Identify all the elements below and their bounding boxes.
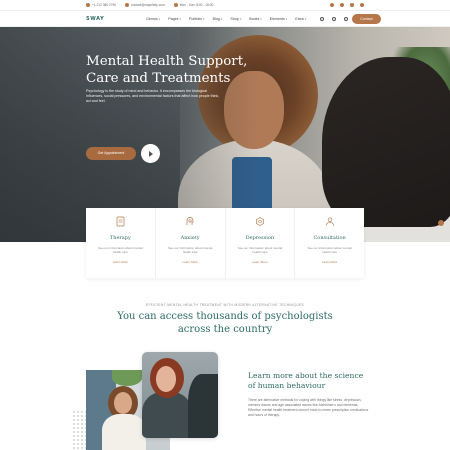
nav-item-pages[interactable]: Pages ▾	[168, 17, 181, 21]
service-card-depression[interactable]: Depression See our information about men…	[226, 208, 296, 278]
site-logo[interactable]: SWAY	[86, 16, 104, 22]
nav-label: Demos	[146, 16, 158, 21]
section-title: You can access thousands of psychologist…	[0, 310, 450, 336]
service-title: Depression	[245, 235, 275, 241]
social-links	[324, 3, 364, 7]
nav-item-blog[interactable]: Blog ▾	[213, 17, 223, 21]
email-text: contact@wayshelp.com	[131, 3, 165, 7]
services-row: Therapy See our information about mental…	[86, 208, 364, 278]
chevron-down-icon: ▾	[285, 16, 288, 21]
nav-label: Extra	[295, 16, 304, 21]
chevron-down-icon: ▾	[220, 16, 223, 21]
nav-item-shop[interactable]: Shop ▾	[230, 17, 241, 21]
chevron-down-icon: ▾	[260, 16, 262, 21]
hero-photo-client-hair	[322, 57, 450, 227]
chevron-down-icon: ▾	[158, 16, 161, 21]
hours-text: Mon - Sun: 8:00 - 18:00	[179, 3, 214, 7]
about-text: There are alternative methods for coping…	[248, 398, 369, 417]
service-title: Consultation	[313, 235, 346, 241]
nav-label: Portfolio	[188, 16, 203, 21]
photo-therapy-session	[142, 352, 218, 438]
photo-therapist-body	[188, 374, 218, 438]
service-title: Therapy	[109, 235, 131, 241]
main-navbar: SWAY Demos ▾ Pages ▾ Portfolio ▾ Blog ▾ Shop…	[0, 10, 450, 31]
email-info[interactable]: contact@wayshelp.com	[125, 3, 165, 7]
get-appointment-button[interactable]: Get Appointment	[86, 147, 136, 160]
photo-woman-body	[102, 414, 146, 450]
nav-icons	[316, 16, 352, 21]
clock-icon	[173, 3, 178, 7]
chevron-down-icon: ▾	[239, 16, 242, 21]
hours-info: Mon - Sun: 8:00 - 18:00	[173, 3, 214, 7]
nav-item-demos[interactable]: Demos ▾	[146, 17, 160, 21]
phone-icon	[86, 3, 90, 7]
section-title-line: You can access thousands of psychologist…	[117, 311, 333, 322]
depression-icon	[255, 215, 265, 227]
instagram-icon[interactable]	[350, 3, 354, 7]
contact-us-button[interactable]: Contact Us	[352, 13, 381, 31]
therapy-icon	[115, 215, 125, 227]
decorative-dot-pattern	[72, 410, 86, 450]
service-description: See our information about mental health …	[307, 246, 352, 254]
photo-woman-face	[114, 392, 132, 414]
scroll-to-top-button[interactable]	[438, 220, 444, 226]
nav-label: Elements	[269, 16, 285, 21]
service-card-anxiety[interactable]: Anxiety See our information about mental…	[156, 208, 226, 278]
about-title-line: Learn more about the science	[248, 371, 364, 380]
nav-label: Shop	[230, 16, 239, 21]
nav-item-portfolio[interactable]: Portfolio ▾	[189, 17, 205, 21]
hero-title-line: Care and Treatments	[86, 71, 231, 86]
chevron-down-icon: ▾	[179, 16, 181, 21]
photo-plant	[112, 370, 142, 386]
twitter-icon[interactable]	[340, 3, 344, 7]
nav-item-extra[interactable]: Extra ▾	[295, 17, 306, 21]
phone-text: +1 212 386 2796	[92, 3, 117, 7]
facebook-icon[interactable]	[330, 3, 334, 7]
service-card-consultation[interactable]: Consultation See our information about m…	[295, 208, 364, 278]
learn-more-link[interactable]: Learn More	[322, 260, 337, 264]
top-info-bar: +1 212 386 2796 contact@wayshelp.com Mon…	[0, 0, 450, 10]
photo-client-body	[142, 392, 192, 438]
photo-client-face	[156, 366, 176, 392]
service-title: Anxiety	[180, 235, 200, 241]
learn-more-link[interactable]: Learn More	[113, 260, 128, 264]
nav-item-elements[interactable]: Elements ▾	[270, 17, 288, 21]
consultation-icon	[325, 215, 335, 227]
nav-label: Pages	[168, 16, 179, 21]
chevron-down-icon: ▾	[203, 16, 205, 21]
anxiety-icon	[185, 215, 195, 227]
phone-info[interactable]: +1 212 386 2796	[86, 3, 116, 7]
service-card-therapy[interactable]: Therapy See our information about mental…	[86, 208, 156, 278]
mail-icon	[125, 3, 130, 7]
service-description: See our information about mental health …	[237, 246, 283, 254]
learn-more-link[interactable]: Learn More	[252, 260, 267, 264]
hero-title-line: Mental Health Support,	[86, 54, 248, 69]
search-icon[interactable]	[332, 16, 337, 21]
pinterest-icon[interactable]	[360, 3, 364, 7]
learn-more-link[interactable]: Learn More	[182, 260, 197, 264]
play-icon	[149, 150, 153, 157]
main-menu: Demos ▾ Pages ▾ Portfolio ▾ Blog ▾ Shop ▾ Boo…	[146, 17, 314, 21]
service-description: See our information about mental health …	[98, 246, 143, 254]
section-title-line: across the country	[177, 324, 273, 335]
nav-label: Blog	[212, 16, 220, 21]
play-video-button[interactable]	[141, 144, 160, 163]
nav-label: Books	[249, 16, 260, 21]
chevron-down-icon: ▾	[304, 16, 307, 21]
nav-item-books[interactable]: Books ▾	[249, 17, 262, 21]
about-title: Learn more about the science of human be…	[248, 371, 368, 391]
about-title-line: of human behaviour	[248, 381, 326, 390]
hero-description: Psychology is the study of mind and beha…	[86, 89, 220, 103]
cart-icon[interactable]	[344, 16, 349, 21]
section-eyebrow: EFFICIENT MENTAL HEALTH TREATMENT WITH M…	[145, 303, 305, 307]
hero-title: Mental Health Support, Care and Treatmen…	[86, 53, 261, 87]
flag-icon[interactable]	[320, 16, 325, 21]
service-description: See our information about mental health …	[167, 246, 213, 254]
